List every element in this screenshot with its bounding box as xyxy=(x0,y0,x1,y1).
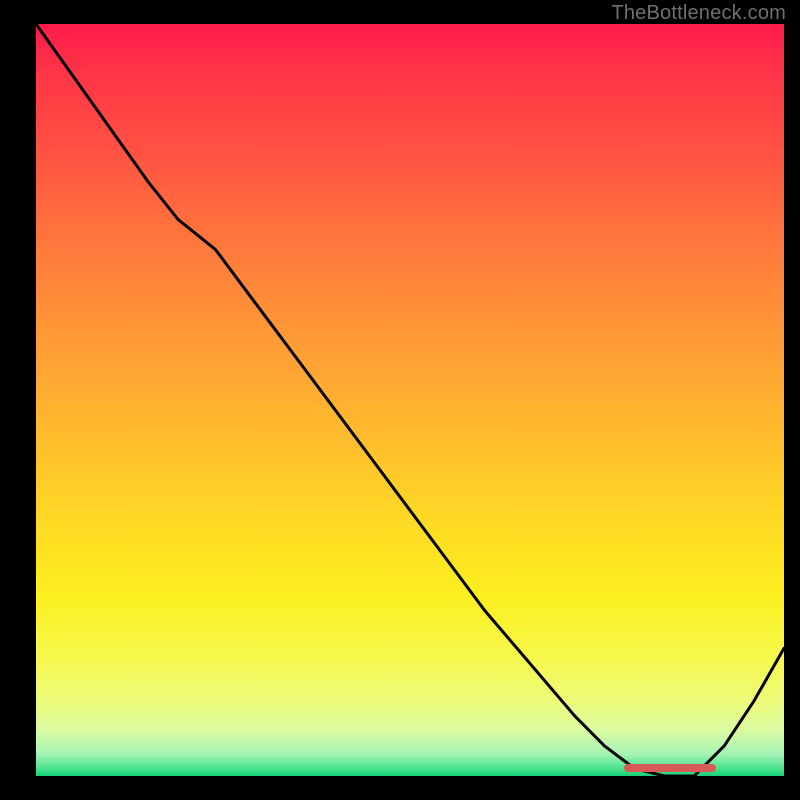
chart-frame: TheBottleneck.com xyxy=(0,0,800,800)
attribution-text: TheBottleneck.com xyxy=(611,2,786,25)
curve-line xyxy=(36,24,784,776)
plot-area xyxy=(36,24,784,776)
bottleneck-curve xyxy=(36,24,784,776)
optimal-range-marker xyxy=(624,764,716,772)
